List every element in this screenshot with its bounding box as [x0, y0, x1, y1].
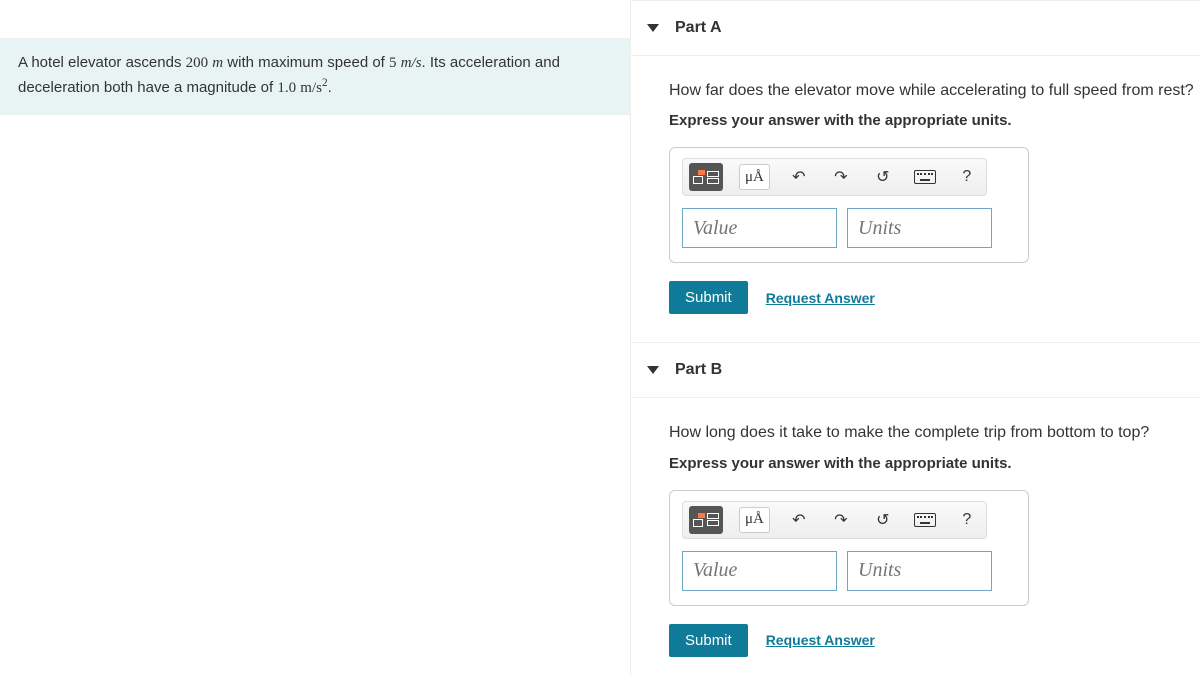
- part-b-units-input[interactable]: [847, 551, 992, 591]
- reset-icon[interactable]: ↺: [870, 164, 896, 190]
- keyboard-icon[interactable]: [912, 164, 938, 190]
- problem-text: .: [328, 79, 332, 96]
- undo-icon[interactable]: ↶: [786, 507, 812, 533]
- part-b-value-input[interactable]: [682, 551, 837, 591]
- part-b-toolbar: μÅ ↶ ↷ ↺ ?: [682, 501, 987, 539]
- accel-unit: m/s2: [300, 80, 327, 96]
- redo-icon[interactable]: ↷: [828, 164, 854, 190]
- part-a-body: How far does the elevator move while acc…: [631, 56, 1200, 342]
- part-a-units-input[interactable]: [847, 208, 992, 248]
- part-a-title: Part A: [675, 19, 722, 37]
- help-icon[interactable]: ?: [954, 507, 980, 533]
- part-a-question: How far does the elevator move while acc…: [669, 80, 1200, 102]
- accel-value: 1.0: [277, 80, 296, 96]
- distance-value: 200: [186, 55, 209, 71]
- part-b-title: Part B: [675, 361, 722, 379]
- chevron-down-icon: [647, 366, 659, 374]
- part-a-header[interactable]: Part A: [631, 0, 1200, 56]
- part-a-value-input[interactable]: [682, 208, 837, 248]
- part-a-request-answer-link[interactable]: Request Answer: [766, 290, 875, 306]
- part-b-header[interactable]: Part B: [631, 342, 1200, 398]
- part-a-toolbar: μÅ ↶ ↷ ↺ ?: [682, 158, 987, 196]
- part-b-body: How long does it take to make the comple…: [631, 398, 1200, 684]
- redo-icon[interactable]: ↷: [828, 507, 854, 533]
- part-b-instruction: Express your answer with the appropriate…: [669, 455, 1200, 472]
- speed-unit: m/s: [401, 55, 422, 71]
- template-icon[interactable]: [689, 506, 723, 534]
- problem-text: A hotel elevator ascends: [18, 54, 186, 71]
- distance-unit: m: [212, 55, 223, 71]
- part-a-instruction: Express your answer with the appropriate…: [669, 112, 1200, 129]
- part-b-request-answer-link[interactable]: Request Answer: [766, 632, 875, 648]
- keyboard-icon[interactable]: [912, 507, 938, 533]
- special-char-button[interactable]: μÅ: [739, 164, 770, 190]
- problem-text: with maximum speed of: [223, 54, 389, 71]
- help-icon[interactable]: ?: [954, 164, 980, 190]
- part-b-answer-box: μÅ ↶ ↷ ↺ ?: [669, 490, 1029, 606]
- part-a-answer-box: μÅ ↶ ↷ ↺ ?: [669, 147, 1029, 263]
- template-icon[interactable]: [689, 163, 723, 191]
- reset-icon[interactable]: ↺: [870, 507, 896, 533]
- special-char-button[interactable]: μÅ: [739, 507, 770, 533]
- chevron-down-icon: [647, 24, 659, 32]
- undo-icon[interactable]: ↶: [786, 164, 812, 190]
- problem-statement: A hotel elevator ascends 200 m with maxi…: [0, 38, 630, 115]
- part-b-submit-button[interactable]: Submit: [669, 624, 748, 657]
- speed-value: 5: [389, 55, 397, 71]
- part-a-submit-button[interactable]: Submit: [669, 281, 748, 314]
- part-b-question: How long does it take to make the comple…: [669, 422, 1200, 444]
